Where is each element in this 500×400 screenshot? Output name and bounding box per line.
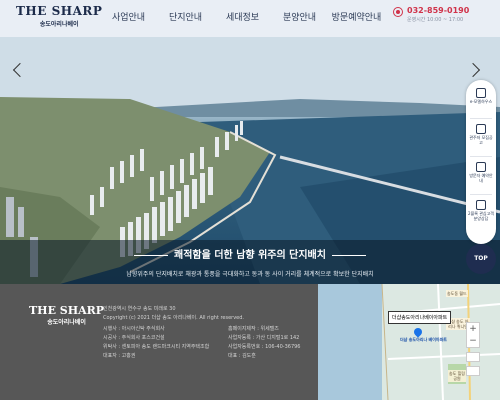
- site-header: THE SHARP 송도아리나베이 사업안내 단지안내 세대정보 분양안내 방문…: [0, 0, 500, 37]
- nav-item-sales[interactable]: 분양안내: [271, 0, 328, 32]
- hero-title-text: 쾌적함을 더한 남향 위주의 단지배치: [174, 250, 326, 261]
- hero-description: 남향위주의 단지배치로 채광과 통풍을 극대화하고 동과 동 사이 거리를 체계…: [126, 271, 374, 278]
- footer-developer: 시행사 : 아시아신탁 주식회사: [103, 326, 165, 332]
- footer-ceo: 대표 : 김도훈: [228, 353, 256, 359]
- map-poi-label: 송도 힐링 공원: [448, 370, 466, 382]
- phone-icon: [393, 7, 403, 17]
- zoom-in-icon[interactable]: +: [467, 323, 479, 335]
- hero-title: 쾌적함을 더한 남향 위주의 단지배치: [0, 246, 500, 261]
- map-locate-icon[interactable]: [466, 366, 480, 376]
- phone-number: 032-859-0190: [407, 6, 470, 15]
- quick-item-label: 방문자 예약안내: [469, 173, 493, 183]
- nav-item-visit-reservation[interactable]: 방문예약안내: [328, 0, 385, 32]
- quick-item-label: 2블록 관심고객 분양상담: [468, 211, 494, 221]
- document-icon: [476, 88, 486, 98]
- title-rule-left: [134, 254, 169, 256]
- footer-constructor: 시공사 : 주식회사 포스코건설: [103, 335, 165, 341]
- map-pin-label: 더샵 송도아리나 베이아파트: [400, 337, 447, 342]
- quick-item-visit[interactable]: 방문자 예약안내: [468, 162, 494, 183]
- contact-info[interactable]: 032-859-0190 운영시간 10:00 ~ 17:00: [393, 6, 469, 23]
- map-place-callout: 더샵송도아리나베이아파트: [388, 311, 452, 324]
- footer-trustee: 위탁사 : 센토피아 송도 랜드마크시티 지역주택조합: [103, 344, 210, 350]
- footer-copyright: Copyright (c) 2021 더샵 송도 아리나베이. All righ…: [103, 315, 245, 321]
- map-zoom-control: + −: [466, 322, 480, 348]
- hero-slider: 쾌적함을 더한 남향 위주의 단지배치 남향위주의 단지배치로 채광과 통풍을 …: [0, 37, 500, 284]
- title-rule-right: [331, 254, 366, 256]
- nav-item-complex[interactable]: 단지안내: [157, 0, 214, 32]
- house-icon: [476, 162, 486, 172]
- quick-item-label: 관주저 모집공고: [469, 135, 493, 145]
- quick-divider: [470, 118, 492, 119]
- quick-menu: e-모델하우스 관주저 모집공고 방문자 예약안내 2블록 관심고객 분양상담: [466, 80, 496, 244]
- quick-item-e-modelhouse[interactable]: e-모델하우스: [468, 88, 494, 104]
- video-icon: [476, 200, 486, 210]
- quick-divider: [470, 194, 492, 195]
- map-poi-label: 송도동 월드: [446, 290, 468, 297]
- footer-logo-subtitle: 송도아리나베이: [47, 319, 86, 326]
- footer-address: 인천광역시 연수구 송도 미래로 30: [103, 306, 176, 312]
- main-nav: 사업안내 단지안내 세대정보 분양안내 방문예약안내: [100, 0, 385, 32]
- logo-title: THE SHARP: [16, 4, 103, 18]
- logo-subtitle: 송도아리나베이: [39, 21, 79, 28]
- nav-item-unit-info[interactable]: 세대정보: [214, 0, 271, 32]
- quick-item-label: e-모델하우스: [469, 99, 493, 104]
- site-logo[interactable]: THE SHARP 송도아리나베이: [16, 4, 102, 28]
- footer-biz-address: 사업자등록 : 가산 디지털1로 142: [228, 335, 300, 341]
- scroll-top-button[interactable]: TOP: [466, 244, 496, 274]
- quick-divider: [470, 156, 492, 157]
- footer-representative: 대표자 : 고홍권: [103, 353, 136, 359]
- operating-hours: 운영시간 10:00 ~ 17:00: [407, 17, 464, 23]
- quick-item-recruit-notice[interactable]: 관주저 모집공고: [468, 124, 494, 145]
- footer-web-agency: 홈페이지제작 : 위세텔즈: [228, 326, 279, 332]
- nav-item-business[interactable]: 사업안내: [100, 0, 157, 32]
- footer-logo-title: THE SHARP: [29, 304, 105, 317]
- map-layer-icon[interactable]: [466, 352, 480, 362]
- zoom-out-icon[interactable]: −: [467, 335, 479, 347]
- quick-item-consult[interactable]: 2블록 관심고객 분양상담: [468, 200, 494, 221]
- footer-logo: THE SHARP 송도아리나베이: [29, 304, 104, 326]
- list-icon: [476, 124, 486, 134]
- footer-biz-number: 사업자등록번호 : 106-40-36796: [228, 344, 301, 350]
- site-footer: THE SHARP 송도아리나베이 인천광역시 연수구 송도 미래로 30 Co…: [0, 284, 318, 400]
